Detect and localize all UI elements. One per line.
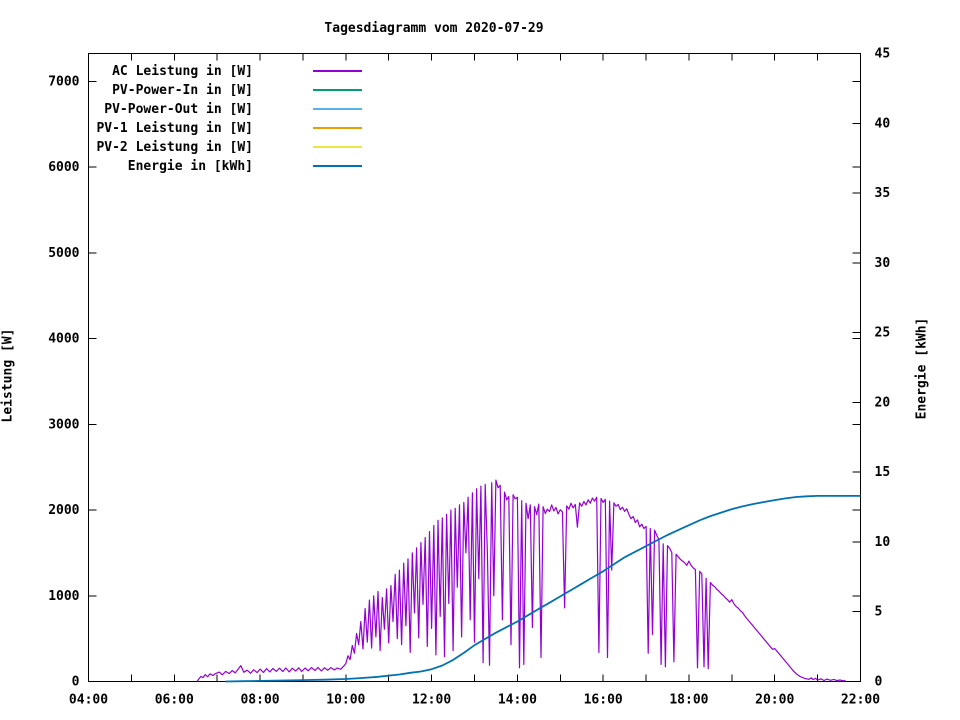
y-right-tick-label: 10: [875, 535, 891, 550]
x-tick-label: 18:00: [669, 693, 708, 708]
x-tick-label: 10:00: [326, 693, 365, 708]
legend-label: AC Leistung in [W]: [112, 64, 253, 79]
plot-area: 04:00 06:00 08:00 10:00 12:00 14:00 16:00 18:00…: [0, 0, 960, 720]
y-right-tick-label: 5: [875, 605, 883, 620]
x-tick-label: 14:00: [498, 693, 537, 708]
x-tick-label: 08:00: [240, 693, 279, 708]
y-right-tick-label: 25: [875, 326, 891, 341]
legend-label: PV-1 Leistung in [W]: [96, 121, 253, 136]
legend-label: PV-Power-Out in [W]: [104, 102, 253, 117]
y-left-tick-label: 5000: [48, 246, 79, 261]
y-left-tick-label: 7000: [48, 75, 79, 90]
x-tick-label: 22:00: [841, 693, 880, 708]
y-left-tick-label: 6000: [48, 160, 79, 175]
y-right-tick-label: 0: [875, 675, 883, 690]
y-left-tick-label: 0: [72, 675, 80, 690]
legend-label: Energie in [kWh]: [128, 159, 253, 174]
x-tick-label: 16:00: [584, 693, 623, 708]
chart-canvas: Tagesdiagramm vom 2020-07-29 Leistung [W…: [0, 0, 960, 720]
legend-label: PV-Power-In in [W]: [112, 83, 253, 98]
y-left-tick-label: 1000: [48, 589, 79, 604]
x-tick-label: 06:00: [155, 693, 194, 708]
series-ac-leistung-in-w: [197, 480, 846, 681]
y-left-tick-label: 4000: [48, 332, 79, 347]
y-right-tick-label: 20: [875, 395, 891, 410]
y-right-tick-label: 35: [875, 186, 891, 201]
x-tick-label: 20:00: [755, 693, 794, 708]
y-right-tick-label: 45: [875, 47, 891, 62]
y-left-tick-label: 3000: [48, 417, 79, 432]
y-right-tick-label: 15: [875, 465, 891, 480]
x-tick-label: 04:00: [69, 693, 108, 708]
y-left-tick-label: 2000: [48, 503, 79, 518]
y-right-tick-label: 40: [875, 116, 891, 131]
x-tick-label: 12:00: [412, 693, 451, 708]
y-right-tick-label: 30: [875, 256, 891, 271]
legend-label: PV-2 Leistung in [W]: [96, 140, 253, 155]
